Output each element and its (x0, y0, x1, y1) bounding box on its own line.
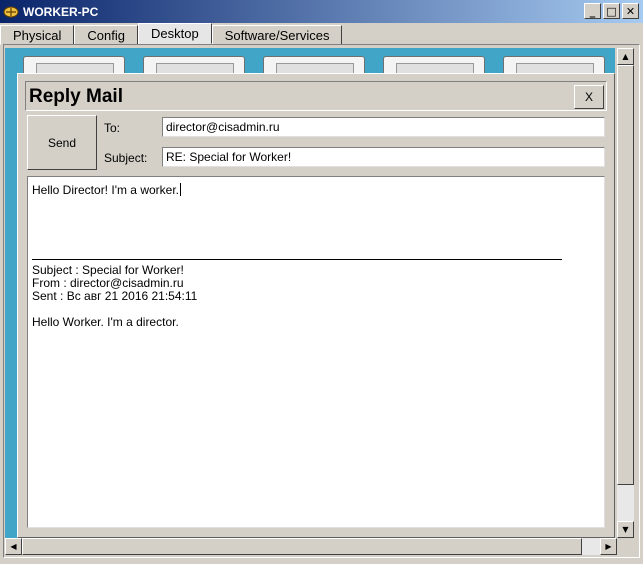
to-field[interactable] (162, 117, 605, 137)
packet-tracer-icon (3, 4, 19, 20)
close-icon: ✕ (625, 4, 636, 18)
tab-desktop[interactable]: Desktop (138, 23, 212, 44)
tab-software-services[interactable]: Software/Services (211, 25, 343, 45)
message-body[interactable]: Hello Director! I'm a worker. Subject : … (27, 176, 605, 528)
scrollbar-corner (617, 538, 634, 555)
tab-config[interactable]: Config (74, 25, 138, 45)
quoted-message: Hello Worker. I'm a director. (32, 315, 179, 329)
scroll-up-button[interactable]: ▲ (617, 48, 634, 65)
reply-mail-dialog: Reply Mail X Send To: Subject: Hello Dir… (17, 73, 615, 538)
quote-separator (32, 259, 562, 260)
quoted-from: From : director@cisadmin.ru (32, 276, 184, 290)
horizontal-scrollbar[interactable]: ◀ ▶ (5, 538, 617, 555)
arrow-right-icon: ▶ (605, 542, 612, 551)
minimize-icon: _ (589, 4, 596, 18)
arrow-up-icon: ▲ (622, 52, 629, 61)
title-bar[interactable]: WORKER-PC _ □ ✕ (0, 0, 643, 23)
vertical-scrollbar[interactable]: ▲ ▼ (617, 48, 634, 538)
close-dialog-button[interactable]: X (574, 85, 604, 109)
scroll-right-button[interactable]: ▶ (600, 538, 617, 555)
reply-text-line: Hello Director! I'm a worker. (32, 183, 181, 197)
tab-bar: Physical Config Desktop Software/Service… (0, 23, 343, 45)
horizontal-scroll-thumb[interactable] (22, 538, 582, 555)
text-caret (180, 183, 181, 196)
scroll-left-button[interactable]: ◀ (5, 538, 22, 555)
window-title: WORKER-PC (23, 4, 99, 19)
quoted-sent: Sent : Вс авг 21 2016 21:54:11 (32, 289, 198, 303)
subject-field[interactable] (162, 147, 605, 167)
dialog-header: Reply Mail X (25, 81, 607, 111)
arrow-down-icon: ▼ (622, 525, 629, 534)
scroll-down-button[interactable]: ▼ (617, 521, 634, 538)
subject-label: Subject: (104, 151, 148, 165)
reply-text: Hello Director! I'm a worker. (32, 183, 179, 197)
dialog-title: Reply Mail (29, 86, 123, 107)
send-button[interactable]: Send (27, 115, 97, 170)
minimize-button[interactable]: _ (584, 3, 601, 19)
to-label: To: (104, 121, 121, 135)
maximize-icon: □ (606, 4, 617, 18)
tab-physical[interactable]: Physical (0, 25, 75, 45)
quoted-subject: Subject : Special for Worker! (32, 263, 184, 277)
arrow-left-icon: ◀ (10, 542, 17, 551)
vertical-scroll-thumb[interactable] (617, 65, 634, 485)
maximize-button[interactable]: □ (603, 3, 620, 19)
close-window-button[interactable]: ✕ (622, 3, 639, 19)
